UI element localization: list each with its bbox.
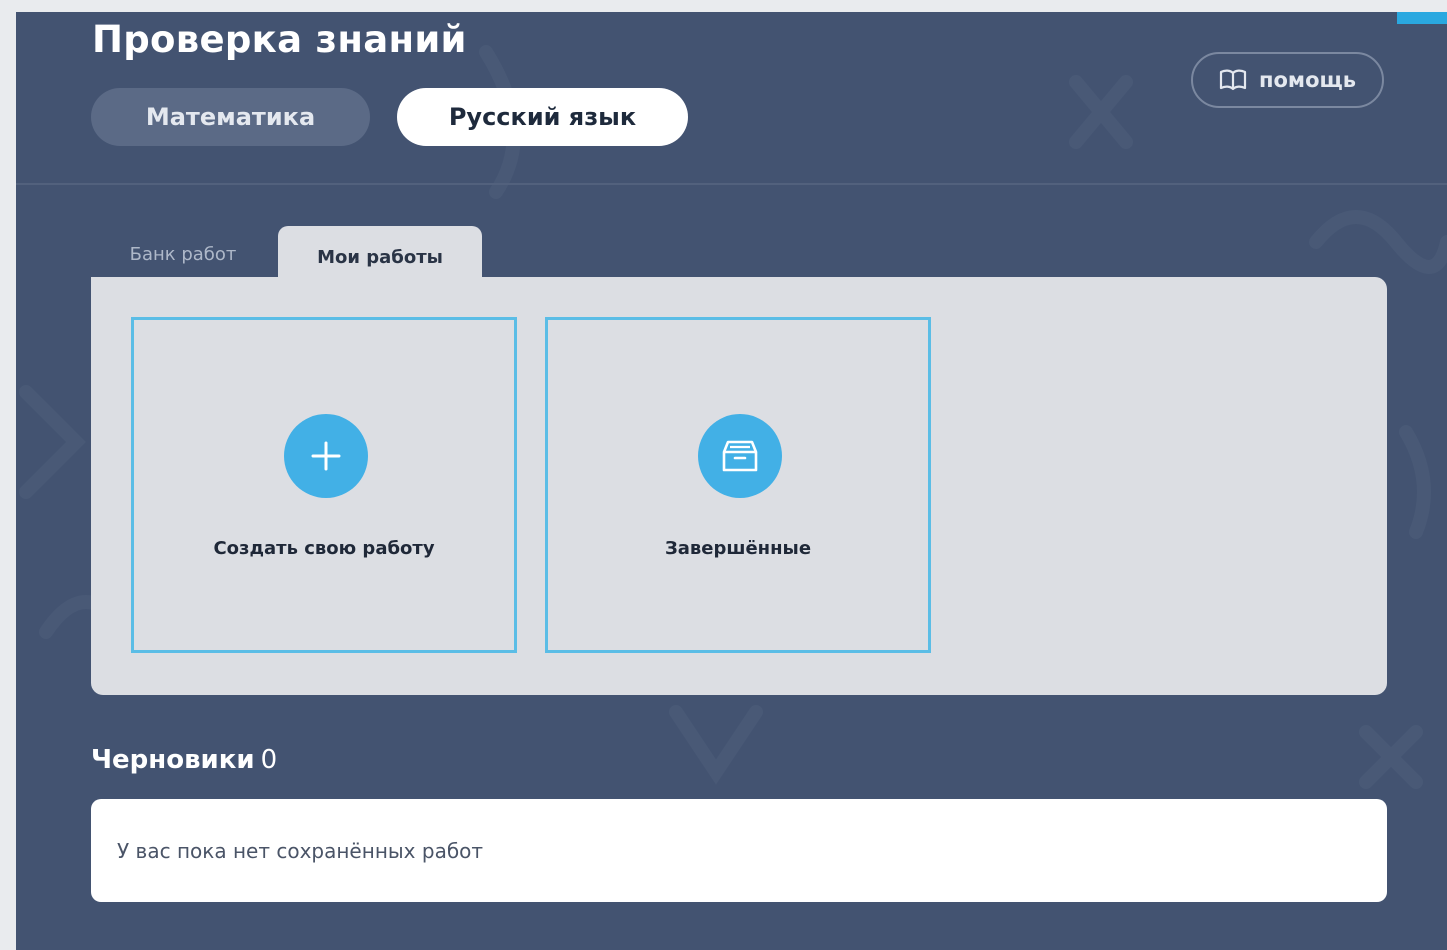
help-button[interactable]: помощь — [1191, 52, 1384, 108]
page-title: Проверка знаний — [92, 18, 467, 61]
subject-tab-math[interactable]: Математика — [91, 88, 370, 146]
corner-accent — [1397, 12, 1447, 24]
drafts-count: 0 — [260, 745, 278, 775]
create-work-label: Создать свою работу — [213, 538, 435, 559]
drafts-heading: Черновики 0 — [91, 745, 277, 775]
finished-works-card[interactable]: Завершённые — [545, 317, 931, 653]
book-icon — [1219, 69, 1247, 91]
help-label: помощь — [1258, 68, 1357, 92]
drafts-empty-message: У вас пока нет сохранённых работ — [117, 838, 484, 863]
header-divider — [16, 183, 1447, 185]
archive-box-icon — [698, 414, 782, 498]
app-frame: Проверка знаний Математика Русский язык … — [16, 12, 1447, 950]
subject-tab-russian[interactable]: Русский язык — [397, 88, 688, 146]
tab-bank[interactable]: Банк работ — [108, 226, 258, 282]
plus-icon — [284, 414, 368, 498]
finished-works-label: Завершённые — [664, 538, 812, 559]
works-panel: Создать свою работу Завершённые — [91, 277, 1387, 695]
drafts-title: Черновики — [91, 745, 255, 775]
create-work-card[interactable]: Создать свою работу — [131, 317, 517, 653]
drafts-list: У вас пока нет сохранённых работ — [91, 799, 1387, 902]
